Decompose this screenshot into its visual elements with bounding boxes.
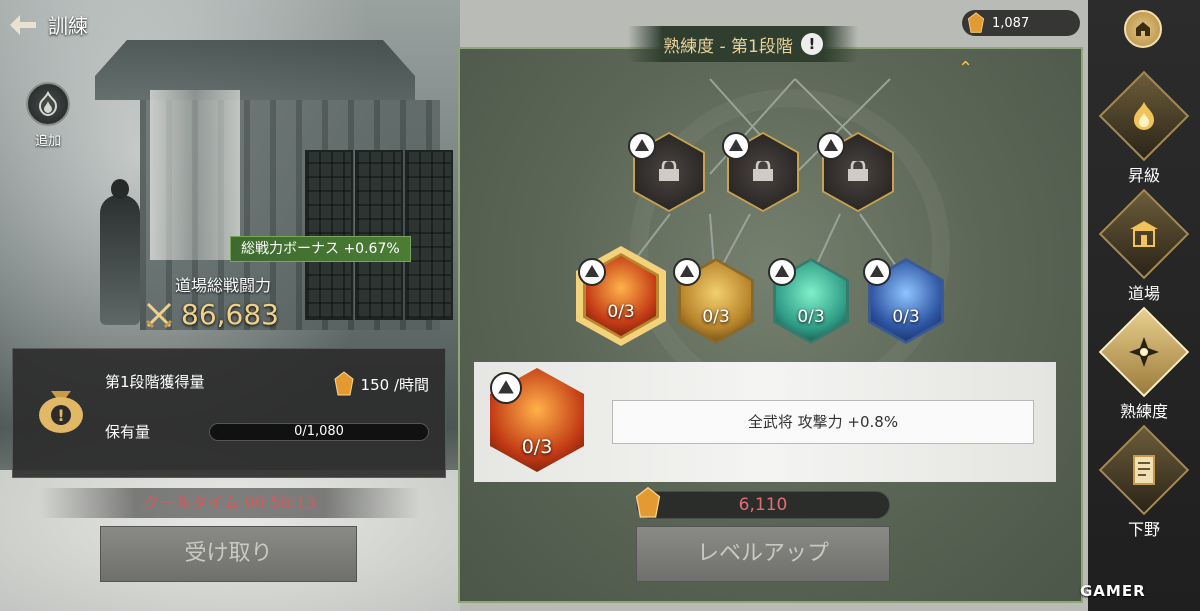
dojo-icon [1098,188,1190,280]
info-icon[interactable]: ! [800,33,823,55]
tree-connector-lines [619,78,906,280]
flame-crest-icon [26,82,70,126]
dojo-power-value: 86,683 [181,298,279,331]
lattice-screen [405,150,453,320]
total-power-bonus-badge: 総戦力ボーナス +0.67% [230,236,411,262]
amber-crystal-icon [966,12,986,34]
crossed-swords-icon [145,301,173,329]
levelup-cost: 6,110 [636,491,890,519]
back-arrow-icon [8,13,38,37]
amber-crystal-icon [634,486,662,520]
scroll-icon [1098,424,1190,516]
yield-panel: ! 第1段階獲得量 150 /時間 保有量 0/1,080 [12,348,446,478]
skill-detail-panel: 0/3 全武将 攻撃力 +0.8% [474,362,1056,482]
screen-title: 訓練 [48,14,88,38]
nav-dojo[interactable]: 道場 [1094,188,1194,304]
right-nav: 昇級 道場 熟練度 下野 [1088,0,1200,611]
flame-icon [1098,70,1190,162]
skill-type-badge-icon [863,258,891,286]
skill-type-badge-icon [817,132,845,160]
skill-type-badge-icon [673,258,701,286]
add-label: 追加 [34,134,61,149]
nav-label: 熟練度 [1119,402,1168,421]
holding-progress-bar: 0/1,080 [209,423,429,441]
home-icon[interactable] [1124,10,1162,48]
add-button[interactable]: 追加 [20,82,76,152]
lattice-screen [355,150,403,320]
nav-label: 昇級 [1127,166,1160,185]
currency-counter: 1,087 [962,10,1080,36]
lock-icon [845,161,871,183]
stage-header: 熟練度 - 第1段階 ! [628,26,858,62]
emblem-icon [1098,306,1190,398]
yield-label: 第1段階獲得量 [105,373,205,391]
skill-type-badge-icon [578,258,606,286]
nav-resign[interactable]: 下野 [1094,424,1194,540]
dojo-power-label: 道場総戦闘力 [175,276,272,295]
lock-icon [750,161,776,183]
skill-type-badge-icon [768,258,796,286]
lock-icon [656,161,682,183]
lattice-screen [305,150,353,320]
standing-figure [100,179,140,325]
mastery-tree-panel [458,47,1083,603]
cooltime-text: クールタイム 00:58:13 [40,488,420,518]
money-pouch-icon: ! [31,377,91,437]
skill-effect-text: 全武将 攻撃力 +0.8% [612,400,1034,444]
nav-mastery[interactable]: 熟練度 [1094,306,1194,422]
back-button[interactable]: 訓練 [8,10,88,39]
skill-type-badge-icon [722,132,750,160]
currency-value: 1,087 [992,15,1030,31]
yield-rate-value: 150 /時間 [360,375,429,394]
curtain [150,90,240,260]
amber-crystal-icon [333,371,355,397]
pavilion-roof [95,40,415,100]
skill-type-badge-icon [490,372,522,404]
stage-title: 熟練度 - 第1段階 [663,36,793,57]
svg-text:!: ! [57,406,64,425]
receive-button[interactable]: 受け取り [100,526,357,582]
nav-promotion[interactable]: 昇級 [1094,70,1194,186]
gamer-watermark: GAMER [1080,582,1146,600]
holding-label: 保有量 [105,423,151,441]
scroll-up-chevron-icon[interactable]: ⌃ [958,58,973,79]
yield-rate: 150 /時間 [333,371,429,397]
dojo-power-row: 86,683 [145,298,279,331]
nav-label: 下野 [1127,520,1160,539]
level-up-button[interactable]: レベルアップ [636,526,890,582]
skill-type-badge-icon [628,132,656,160]
nav-label: 道場 [1127,284,1160,303]
